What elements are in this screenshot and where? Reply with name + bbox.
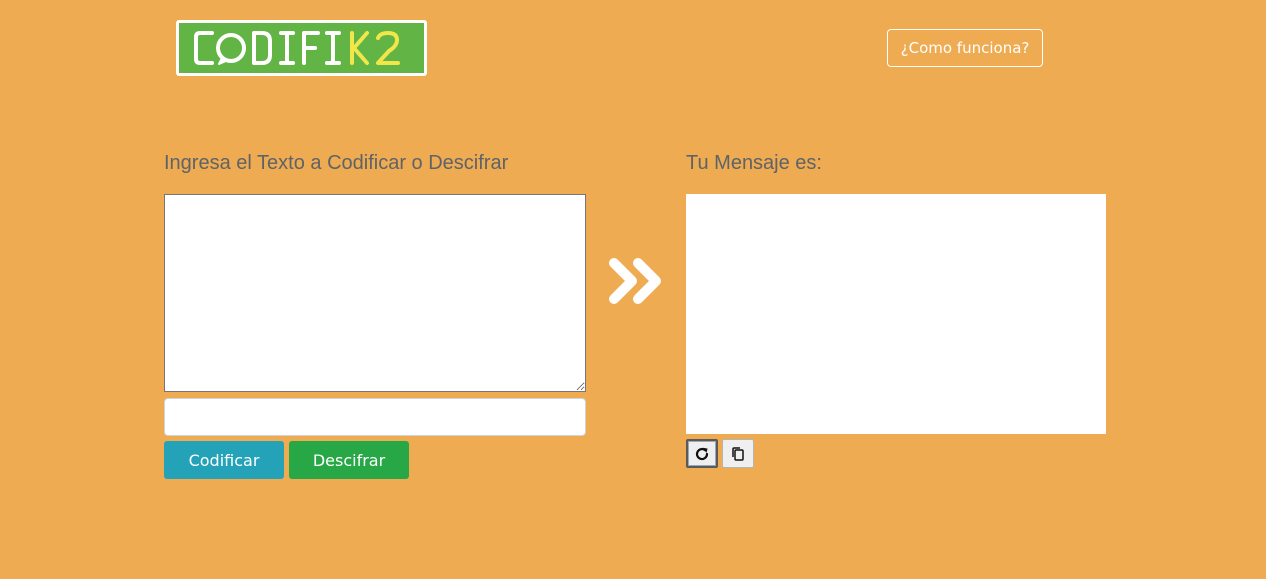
- output-message-box: [686, 194, 1106, 434]
- reset-button[interactable]: [686, 439, 718, 468]
- logo: [176, 20, 427, 76]
- copy-button[interactable]: [722, 439, 754, 468]
- logo-wordmark: [193, 31, 400, 65]
- key-input[interactable]: [164, 398, 586, 436]
- refresh-icon: [695, 447, 709, 460]
- input-heading: Ingresa el Texto a Codificar o Descifrar: [164, 152, 509, 174]
- encode-button[interactable]: Codificar: [164, 441, 284, 479]
- double-chevron-right-icon: [609, 258, 661, 304]
- copy-icon: [732, 446, 744, 461]
- decode-button[interactable]: Descifrar: [289, 441, 409, 479]
- output-heading: Tu Mensaje es:: [686, 152, 822, 174]
- how-it-works-button[interactable]: ¿Como funciona?: [887, 29, 1043, 67]
- message-textarea[interactable]: [164, 194, 586, 392]
